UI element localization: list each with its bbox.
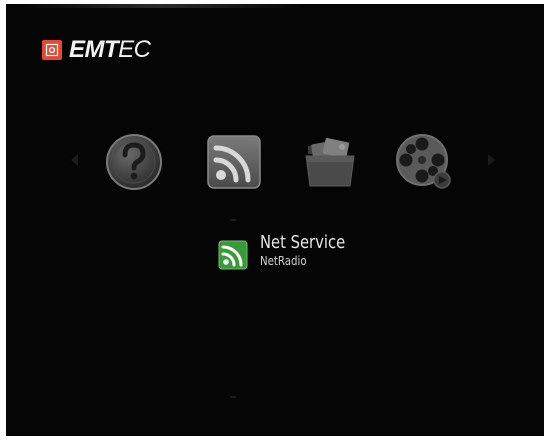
rss-feed-icon [218, 240, 248, 270]
chevron-left-icon[interactable] [68, 152, 80, 168]
film-reel-icon [396, 134, 451, 189]
focus-tick-top [230, 219, 236, 221]
selected-item-title: Net Service [260, 232, 346, 253]
tv-screen: EMTEC Net Service NetRadio [6, 4, 544, 436]
brand-name: EMTEC [69, 36, 151, 64]
folder-icon [305, 138, 355, 187]
brand-name-bold: EMT [69, 36, 119, 63]
focus-tick-bottom [230, 396, 236, 398]
question-mark-icon [106, 134, 162, 190]
brand-logo: EMTEC [42, 36, 151, 64]
selected-item-text: Net Service NetRadio [260, 232, 364, 268]
brand-mark-icon [42, 40, 62, 60]
rss-feed-icon [207, 135, 261, 189]
menu-item-movies[interactable] [392, 130, 456, 194]
chevron-right-icon[interactable] [486, 152, 498, 168]
selected-item-subtitle: NetRadio [260, 254, 307, 268]
menu-item-net-service[interactable] [202, 130, 266, 194]
selected-item-info: Net Service NetRadio [218, 232, 364, 270]
menu-item-files[interactable] [298, 130, 362, 194]
top-edge-strip [20, 4, 300, 8]
menu-item-help[interactable] [102, 130, 166, 194]
brand-name-light: EC [118, 36, 151, 63]
